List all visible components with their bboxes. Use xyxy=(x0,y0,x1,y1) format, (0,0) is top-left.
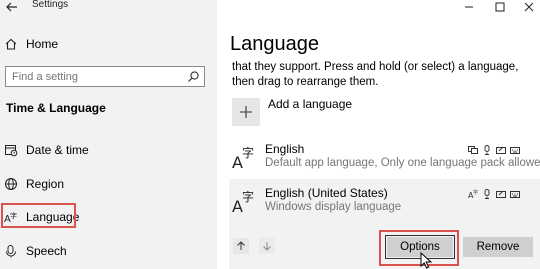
search-icon[interactable] xyxy=(187,70,200,83)
speech-icon xyxy=(482,186,492,199)
move-up-button[interactable] xyxy=(233,238,249,254)
language-highlight-box xyxy=(1,203,76,228)
arrow-down-icon xyxy=(263,242,271,251)
add-language-button[interactable]: Add a language xyxy=(232,97,353,126)
sidebar: Settings Home Time & Language Date & tim… xyxy=(0,0,217,269)
close-icon xyxy=(524,2,534,12)
language-subtitle: Windows display language xyxy=(265,201,402,213)
keyboard-icon xyxy=(510,142,520,154)
section-title: Time & Language xyxy=(6,101,106,115)
language-item-english-us[interactable]: A字 English (United States) Windows displ… xyxy=(232,186,540,216)
language-features: A字 xyxy=(468,186,520,200)
maximize-button[interactable] xyxy=(488,0,512,14)
language-glyph-icon: A字 xyxy=(232,144,260,172)
mouse-cursor-icon xyxy=(420,252,432,269)
home-icon xyxy=(4,37,18,51)
move-down-button[interactable] xyxy=(259,238,275,254)
language-name: English (United States) xyxy=(265,186,388,200)
plus-icon xyxy=(232,98,260,126)
sidebar-item-home[interactable]: Home xyxy=(0,32,58,56)
display-language-icon xyxy=(468,142,478,154)
main-panel: Language that they support. Press and ho… xyxy=(217,0,540,269)
minimize-icon xyxy=(465,6,473,8)
arrow-up-icon xyxy=(237,241,245,250)
page-title: Language xyxy=(230,33,319,55)
svg-text:字: 字 xyxy=(242,145,254,160)
add-language-label: Add a language xyxy=(268,97,353,111)
language-glyph-icon: A字 xyxy=(232,188,260,216)
speech-icon xyxy=(482,142,492,155)
sidebar-item-label: Home xyxy=(26,37,59,51)
globe-icon xyxy=(4,177,18,191)
svg-text:字: 字 xyxy=(473,189,478,196)
sidebar-item-speech[interactable]: Speech xyxy=(0,239,67,263)
calendar-clock-icon xyxy=(4,143,18,157)
sidebar-item-date-time[interactable]: Date & time xyxy=(0,138,89,162)
close-button[interactable] xyxy=(517,0,540,14)
search-input[interactable] xyxy=(12,70,182,83)
keyboard-icon xyxy=(510,186,520,198)
minimize-button[interactable] xyxy=(457,0,481,14)
handwriting-icon xyxy=(496,142,506,154)
language-item-english[interactable]: A字 English Default app language, Only on… xyxy=(232,142,540,172)
settings-window: Settings Home Time & Language Date & tim… xyxy=(0,0,540,269)
language-features xyxy=(468,142,520,155)
language-glyph-icon: A字 xyxy=(468,186,478,200)
sidebar-item-region[interactable]: Region xyxy=(0,172,64,196)
svg-text:字: 字 xyxy=(242,189,254,204)
microphone-icon xyxy=(4,244,18,258)
back-arrow-icon[interactable] xyxy=(5,0,19,14)
search-field[interactable] xyxy=(5,66,205,87)
page-description: that they support. Press and hold (or se… xyxy=(232,61,519,88)
language-subtitle: Default app language, Only one language … xyxy=(265,157,540,169)
sidebar-item-label: Region xyxy=(26,177,65,191)
window-title: Settings xyxy=(32,0,69,10)
remove-button[interactable]: Remove xyxy=(463,237,533,257)
sidebar-item-label: Date & time xyxy=(26,143,89,157)
sidebar-item-label: Speech xyxy=(26,244,67,258)
handwriting-icon xyxy=(496,186,506,198)
maximize-icon xyxy=(495,2,505,12)
language-name: English xyxy=(265,142,305,156)
